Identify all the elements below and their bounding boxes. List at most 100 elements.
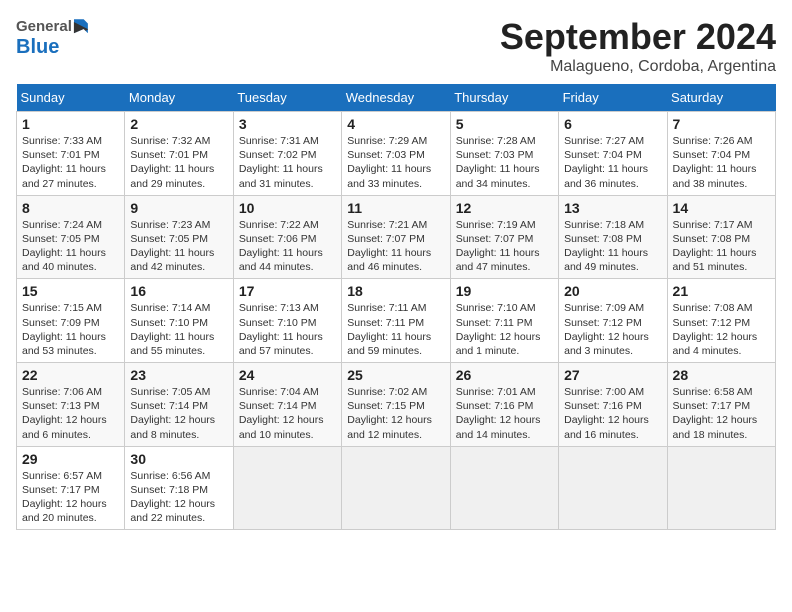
day-cell: 29 Sunrise: 6:57 AM Sunset: 7:17 PM Dayli… bbox=[17, 446, 125, 530]
day-info: Sunrise: 7:32 AM Sunset: 7:01 PM Dayligh… bbox=[130, 134, 227, 191]
day-cell: 26 Sunrise: 7:01 AM Sunset: 7:16 PM Dayli… bbox=[450, 363, 558, 447]
calendar-table: Sunday Monday Tuesday Wednesday Thursday… bbox=[16, 84, 776, 530]
day-info: Sunrise: 7:05 AM Sunset: 7:14 PM Dayligh… bbox=[130, 385, 227, 442]
day-info: Sunrise: 7:33 AM Sunset: 7:01 PM Dayligh… bbox=[22, 134, 119, 191]
col-friday: Friday bbox=[559, 84, 667, 112]
day-info: Sunrise: 7:21 AM Sunset: 7:07 PM Dayligh… bbox=[347, 218, 444, 275]
calendar-week-row: 8 Sunrise: 7:24 AM Sunset: 7:05 PM Daylig… bbox=[17, 195, 776, 279]
month-title: September 2024 bbox=[500, 16, 776, 58]
day-number: 2 bbox=[130, 116, 227, 132]
day-cell: 25 Sunrise: 7:02 AM Sunset: 7:15 PM Dayli… bbox=[342, 363, 450, 447]
day-info: Sunrise: 7:19 AM Sunset: 7:07 PM Dayligh… bbox=[456, 218, 553, 275]
logo: General▶ Blue bbox=[16, 16, 88, 58]
title-block: September 2024 Malagueno, Cordoba, Argen… bbox=[500, 16, 776, 76]
logo-icon: ▶ bbox=[74, 19, 88, 33]
day-info: Sunrise: 7:11 AM Sunset: 7:11 PM Dayligh… bbox=[347, 301, 444, 358]
calendar-header-row: Sunday Monday Tuesday Wednesday Thursday… bbox=[17, 84, 776, 112]
day-info: Sunrise: 7:24 AM Sunset: 7:05 PM Dayligh… bbox=[22, 218, 119, 275]
day-cell: 17Sunrise: 7:13 AM Sunset: 7:10 PM Dayli… bbox=[233, 279, 341, 363]
day-cell: 5Sunrise: 7:28 AM Sunset: 7:03 PM Daylig… bbox=[450, 112, 558, 196]
day-cell: 28 Sunrise: 6:58 AM Sunset: 7:17 PM Dayli… bbox=[667, 363, 775, 447]
day-info: Sunrise: 7:13 AM Sunset: 7:10 PM Dayligh… bbox=[239, 301, 336, 358]
day-info: Sunrise: 7:18 AM Sunset: 7:08 PM Dayligh… bbox=[564, 218, 661, 275]
col-monday: Monday bbox=[125, 84, 233, 112]
location-subtitle: Malagueno, Cordoba, Argentina bbox=[500, 58, 776, 76]
empty-cell bbox=[233, 446, 341, 530]
day-number: 19 bbox=[456, 283, 553, 299]
day-cell: 9 Sunrise: 7:23 AM Sunset: 7:05 PM Daylig… bbox=[125, 195, 233, 279]
day-cell: 1 Sunrise: 7:33 AM Sunset: 7:01 PM Daylig… bbox=[17, 112, 125, 196]
day-info: Sunrise: 7:17 AM Sunset: 7:08 PM Dayligh… bbox=[673, 218, 770, 275]
day-number: 11 bbox=[347, 200, 444, 216]
day-number: 13 bbox=[564, 200, 661, 216]
day-number: 8 bbox=[22, 200, 119, 216]
day-number: 21 bbox=[673, 283, 770, 299]
day-number: 9 bbox=[130, 200, 227, 216]
day-cell: 4 Sunrise: 7:29 AM Sunset: 7:03 PM Daylig… bbox=[342, 112, 450, 196]
day-info: Sunrise: 7:15 AM Sunset: 7:09 PM Dayligh… bbox=[22, 301, 119, 358]
empty-cell bbox=[559, 446, 667, 530]
day-cell: 22 Sunrise: 7:06 AM Sunset: 7:13 PM Dayli… bbox=[17, 363, 125, 447]
day-number: 4 bbox=[347, 116, 444, 132]
col-wednesday: Wednesday bbox=[342, 84, 450, 112]
day-info: Sunrise: 7:10 AM Sunset: 7:11 PM Dayligh… bbox=[456, 301, 553, 358]
calendar-week-row: 1 Sunrise: 7:33 AM Sunset: 7:01 PM Daylig… bbox=[17, 112, 776, 196]
day-info: Sunrise: 7:00 AM Sunset: 7:16 PM Dayligh… bbox=[564, 385, 661, 442]
day-number: 25 bbox=[347, 367, 444, 383]
day-number: 3 bbox=[239, 116, 336, 132]
empty-cell bbox=[450, 446, 558, 530]
col-tuesday: Tuesday bbox=[233, 84, 341, 112]
day-number: 1 bbox=[22, 116, 119, 132]
day-info: Sunrise: 6:57 AM Sunset: 7:17 PM Dayligh… bbox=[22, 469, 119, 526]
col-saturday: Saturday bbox=[667, 84, 775, 112]
day-info: Sunrise: 7:04 AM Sunset: 7:14 PM Dayligh… bbox=[239, 385, 336, 442]
empty-cell bbox=[342, 446, 450, 530]
day-number: 26 bbox=[456, 367, 553, 383]
day-cell: 18 Sunrise: 7:11 AM Sunset: 7:11 PM Dayli… bbox=[342, 279, 450, 363]
day-cell: 13 Sunrise: 7:18 AM Sunset: 7:08 PM Dayli… bbox=[559, 195, 667, 279]
day-info: Sunrise: 7:06 AM Sunset: 7:13 PM Dayligh… bbox=[22, 385, 119, 442]
col-sunday: Sunday bbox=[17, 84, 125, 112]
day-cell: 6Sunrise: 7:27 AM Sunset: 7:04 PM Daylig… bbox=[559, 112, 667, 196]
day-cell: 10 Sunrise: 7:22 AM Sunset: 7:06 PM Dayli… bbox=[233, 195, 341, 279]
day-info: Sunrise: 7:02 AM Sunset: 7:15 PM Dayligh… bbox=[347, 385, 444, 442]
day-cell: 8 Sunrise: 7:24 AM Sunset: 7:05 PM Daylig… bbox=[17, 195, 125, 279]
day-number: 23 bbox=[130, 367, 227, 383]
day-info: Sunrise: 7:22 AM Sunset: 7:06 PM Dayligh… bbox=[239, 218, 336, 275]
day-info: Sunrise: 7:01 AM Sunset: 7:16 PM Dayligh… bbox=[456, 385, 553, 442]
day-cell: 12 Sunrise: 7:19 AM Sunset: 7:07 PM Dayli… bbox=[450, 195, 558, 279]
day-cell: 21Sunrise: 7:08 AM Sunset: 7:12 PM Dayli… bbox=[667, 279, 775, 363]
day-info: Sunrise: 7:14 AM Sunset: 7:10 PM Dayligh… bbox=[130, 301, 227, 358]
day-number: 29 bbox=[22, 451, 119, 467]
logo-general-text: General bbox=[16, 18, 72, 35]
day-number: 27 bbox=[564, 367, 661, 383]
day-number: 18 bbox=[347, 283, 444, 299]
day-info: Sunrise: 7:26 AM Sunset: 7:04 PM Dayligh… bbox=[673, 134, 770, 191]
day-cell: 2 Sunrise: 7:32 AM Sunset: 7:01 PM Daylig… bbox=[125, 112, 233, 196]
logo-blue-text: Blue bbox=[16, 36, 88, 58]
day-cell: 3Sunrise: 7:31 AM Sunset: 7:02 PM Daylig… bbox=[233, 112, 341, 196]
day-number: 22 bbox=[22, 367, 119, 383]
day-cell: 20Sunrise: 7:09 AM Sunset: 7:12 PM Dayli… bbox=[559, 279, 667, 363]
empty-cell bbox=[667, 446, 775, 530]
page-header: General▶ Blue September 2024 Malagueno, … bbox=[16, 16, 776, 76]
day-cell: 24 Sunrise: 7:04 AM Sunset: 7:14 PM Dayli… bbox=[233, 363, 341, 447]
day-cell: 27 Sunrise: 7:00 AM Sunset: 7:16 PM Dayli… bbox=[559, 363, 667, 447]
logo-general: General▶ bbox=[16, 16, 88, 36]
day-info: Sunrise: 6:58 AM Sunset: 7:17 PM Dayligh… bbox=[673, 385, 770, 442]
col-thursday: Thursday bbox=[450, 84, 558, 112]
calendar-week-row: 29 Sunrise: 6:57 AM Sunset: 7:17 PM Dayli… bbox=[17, 446, 776, 530]
day-number: 10 bbox=[239, 200, 336, 216]
day-number: 20 bbox=[564, 283, 661, 299]
day-cell: 19 Sunrise: 7:10 AM Sunset: 7:11 PM Dayli… bbox=[450, 279, 558, 363]
calendar-week-row: 22 Sunrise: 7:06 AM Sunset: 7:13 PM Dayli… bbox=[17, 363, 776, 447]
day-number: 7 bbox=[673, 116, 770, 132]
day-number: 12 bbox=[456, 200, 553, 216]
day-info: Sunrise: 7:29 AM Sunset: 7:03 PM Dayligh… bbox=[347, 134, 444, 191]
day-number: 14 bbox=[673, 200, 770, 216]
day-number: 24 bbox=[239, 367, 336, 383]
day-info: Sunrise: 7:23 AM Sunset: 7:05 PM Dayligh… bbox=[130, 218, 227, 275]
day-number: 16 bbox=[130, 283, 227, 299]
day-number: 30 bbox=[130, 451, 227, 467]
day-number: 28 bbox=[673, 367, 770, 383]
